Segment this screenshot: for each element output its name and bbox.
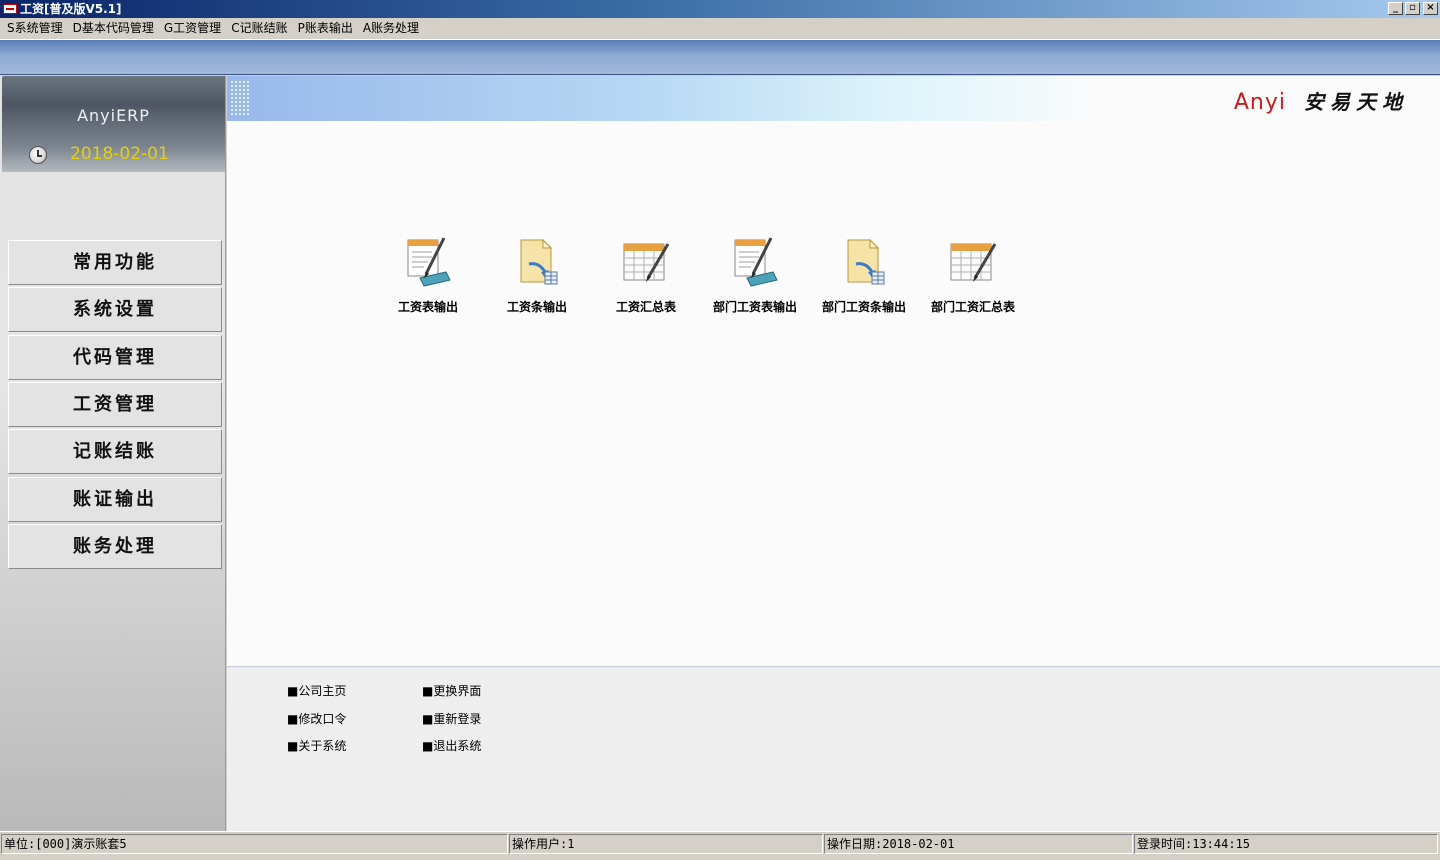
main-content: Anyi 安易天地 工资表输出 工资条输出 工资汇总表 部门工资表输出 部门工资… — [227, 76, 1440, 666]
quick-links-panel: ■公司主页 ■修改口令 ■关于系统 ■更换界面 ■重新登录 ■退出系统 — [227, 668, 1440, 831]
report-pen-icon — [402, 236, 454, 288]
nav-accounting[interactable]: 账务处理 — [8, 524, 222, 569]
menu-report-output[interactable]: P账表输出 — [293, 19, 358, 38]
toolbar-band — [0, 39, 1440, 75]
func-payroll-summary[interactable]: 工资汇总表 — [591, 236, 701, 315]
func-payslip-output[interactable]: 工资条输出 — [482, 236, 592, 315]
dot-grid-decoration — [230, 80, 250, 116]
sidebar-date: 2018-02-01 — [70, 144, 169, 164]
logo-text-en: Anyi — [1233, 90, 1286, 115]
clock-icon — [29, 146, 47, 164]
document-arrow-icon — [511, 236, 563, 288]
status-operation-date: 操作日期:2018-02-01 — [824, 834, 1133, 854]
sidebar: AnyiERP 2018-02-01 常用功能 系统设置 代码管理 工资管理 记… — [0, 76, 226, 831]
func-label: 部门工资条输出 — [821, 300, 906, 314]
report-pen-icon — [729, 236, 781, 288]
company-logo: Anyi 安易天地 — [1234, 86, 1408, 115]
func-label: 工资表输出 — [397, 300, 458, 314]
nav-code-management[interactable]: 代码管理 — [8, 335, 222, 380]
menu-accounting[interactable]: A账务处理 — [358, 19, 424, 38]
document-arrow-icon — [838, 236, 890, 288]
window-title: 工资[普及版V5.1] — [20, 2, 122, 16]
link-about-system[interactable]: ■关于系统 — [287, 737, 346, 754]
func-label: 部门工资汇总表 — [930, 300, 1015, 314]
window-controls: _ ▫ × — [1388, 2, 1438, 15]
brand-name: AnyiERP — [77, 106, 150, 125]
status-unit: 单位:[000]演示账套5 — [1, 834, 508, 854]
func-label: 工资条输出 — [506, 300, 567, 314]
menu-bar: S系统管理 D基本代码管理 G工资管理 C记账结账 P账表输出 A账务处理 — [0, 18, 1440, 39]
spreadsheet-pen-icon — [620, 236, 672, 288]
link-change-password[interactable]: ■修改口令 — [287, 710, 346, 727]
close-button[interactable]: × — [1423, 2, 1438, 15]
brand-panel: AnyiERP 2018-02-01 — [2, 76, 225, 172]
nav-system-settings[interactable]: 系统设置 — [8, 287, 222, 332]
app-icon — [3, 4, 17, 14]
link-relogin[interactable]: ■重新登录 — [422, 710, 481, 727]
menu-system[interactable]: S系统管理 — [2, 19, 68, 38]
status-user: 操作用户:1 — [509, 834, 823, 854]
nav-voucher-output[interactable]: 账证输出 — [8, 477, 222, 522]
link-company-home[interactable]: ■公司主页 — [287, 682, 346, 699]
nav-payroll-management[interactable]: 工资管理 — [8, 382, 222, 427]
func-dept-payroll-sheet-output[interactable]: 部门工资表输出 — [700, 236, 810, 315]
func-dept-payslip-output[interactable]: 部门工资条输出 — [809, 236, 919, 315]
func-label: 部门工资表输出 — [712, 300, 797, 314]
spreadsheet-pen-icon — [947, 236, 999, 288]
status-bar: 单位:[000]演示账套5 操作用户:1 操作日期:2018-02-01 登录时… — [0, 831, 1440, 860]
status-login-time: 登录时间:13:44:15 — [1134, 834, 1438, 854]
menu-payroll[interactable]: G工资管理 — [159, 19, 226, 38]
restore-button[interactable]: ▫ — [1405, 2, 1420, 15]
nav-common-functions[interactable]: 常用功能 — [8, 240, 222, 285]
func-label: 工资汇总表 — [615, 300, 676, 314]
menu-base-codes[interactable]: D基本代码管理 — [68, 19, 159, 38]
title-bar: 工资[普及版V5.1] _ ▫ × — [0, 0, 1440, 18]
func-dept-payroll-summary[interactable]: 部门工资汇总表 — [918, 236, 1028, 315]
link-exit-system[interactable]: ■退出系统 — [422, 737, 481, 754]
nav-posting-closing[interactable]: 记账结账 — [8, 429, 222, 474]
minimize-button[interactable]: _ — [1388, 2, 1403, 15]
link-change-skin[interactable]: ■更换界面 — [422, 682, 481, 699]
func-payroll-sheet-output[interactable]: 工资表输出 — [373, 236, 483, 315]
menu-posting[interactable]: C记账结账 — [226, 19, 292, 38]
logo-text-cn: 安易天地 — [1304, 90, 1408, 114]
